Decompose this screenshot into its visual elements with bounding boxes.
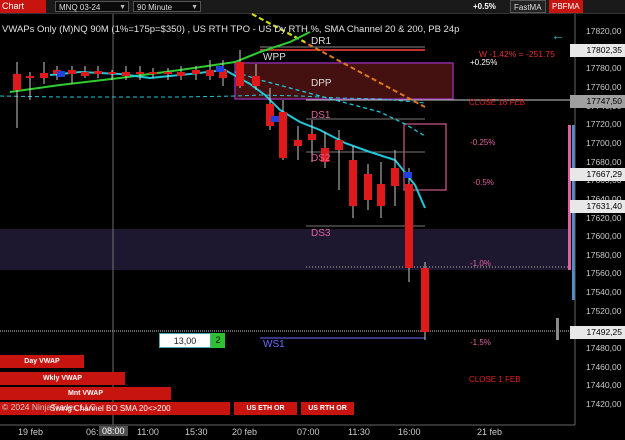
m025-label: -0.25% bbox=[470, 138, 496, 147]
time-label: 11:30 bbox=[348, 427, 370, 437]
candle-body bbox=[294, 140, 302, 146]
candle-body bbox=[391, 168, 399, 186]
candle-body bbox=[177, 72, 185, 76]
candle-signal bbox=[216, 66, 224, 72]
ds3-label: DS3 bbox=[311, 228, 331, 239]
wkly-vwap-button[interactable]: Wkly VWAP bbox=[0, 372, 125, 385]
dpp-label: DPP bbox=[311, 78, 332, 89]
candle-body bbox=[164, 72, 172, 74]
candle-body bbox=[252, 76, 260, 86]
price-axis-label: 17720,00 bbox=[586, 119, 622, 130]
volume-bar-grey bbox=[556, 318, 559, 340]
candle-body bbox=[364, 174, 372, 200]
price-tag-current: 17492,25 bbox=[570, 326, 625, 339]
candle-body bbox=[108, 72, 116, 74]
price-axis-label: 17820,00 bbox=[586, 26, 622, 36]
wpp-label: WPP bbox=[263, 52, 286, 63]
candle-body bbox=[13, 74, 21, 90]
time-label-cursor: 08:00 bbox=[99, 426, 128, 436]
price-axis-label: 17440,00 bbox=[586, 380, 622, 391]
us-eth-or-button[interactable]: US ETH OR bbox=[234, 402, 297, 415]
time-label: 19 feb bbox=[18, 427, 44, 437]
time-label: 11:00 bbox=[137, 427, 159, 437]
time-label: 15:30 bbox=[185, 427, 208, 437]
candle-body bbox=[349, 160, 357, 206]
price-axis-label: 17760,00 bbox=[586, 81, 622, 92]
time-label: 21 feb bbox=[477, 427, 503, 437]
candle-body bbox=[421, 268, 429, 332]
mnt-vwap-button[interactable]: Mnt VWAP bbox=[0, 387, 171, 400]
price-axis-label: 17780,00 bbox=[586, 63, 622, 74]
price-axis-label: 17680,00 bbox=[586, 156, 622, 167]
close1-label: CLOSE 1 FEB bbox=[469, 375, 521, 384]
candle-body bbox=[236, 62, 244, 86]
back-arrow-icon[interactable]: ← bbox=[551, 27, 565, 43]
price-axis-label: 17520,00 bbox=[586, 305, 622, 316]
candle-signal bbox=[404, 172, 412, 178]
dpp-zone bbox=[234, 62, 454, 100]
m05-label: -0.5% bbox=[473, 178, 494, 187]
chart-title: VWAPs Only (M)NQ 90M (1%=175p=$350) , US… bbox=[2, 24, 460, 35]
price-tag-close: 17747,50 bbox=[570, 95, 625, 108]
info-badge: 2 bbox=[211, 333, 225, 348]
price-axis-label: 17600,00 bbox=[586, 231, 622, 242]
price-axis-label: 17580,00 bbox=[586, 249, 622, 260]
price-axis-label: 17700,00 bbox=[586, 137, 622, 148]
us-rth-or-button[interactable]: US RTH OR bbox=[301, 402, 354, 415]
price-axis-label: 17620,00 bbox=[586, 212, 622, 223]
candle-body bbox=[81, 72, 89, 76]
swing-channel-label: Swing Channel BO SMA 20<>200 bbox=[50, 404, 171, 413]
candle-signal bbox=[57, 71, 65, 77]
candle-body bbox=[26, 76, 34, 78]
candle-body bbox=[192, 70, 200, 74]
m15-label: -1.5% bbox=[470, 338, 491, 347]
candle-body bbox=[68, 70, 76, 74]
time-label: 16:00 bbox=[398, 427, 421, 437]
price-axis-label: 17480,00 bbox=[586, 343, 622, 354]
candle-body bbox=[122, 72, 130, 76]
price-tag-last: 17802,35 bbox=[570, 44, 625, 57]
info-value-box[interactable]: 13,00 bbox=[159, 333, 211, 348]
candle-body bbox=[94, 71, 102, 74]
candle-body bbox=[136, 72, 144, 74]
day-vwap-button[interactable]: Day VWAP bbox=[0, 355, 84, 368]
price-axis-label: 17420,00 bbox=[586, 399, 622, 409]
candle-body bbox=[405, 184, 413, 268]
candle-body bbox=[206, 70, 214, 76]
volume-bar-pink bbox=[568, 125, 571, 270]
ds2-label: DS2 bbox=[311, 153, 331, 164]
price-tag-sma20: 17667,29 bbox=[570, 168, 625, 181]
candle-body bbox=[335, 140, 343, 150]
candle-body bbox=[149, 72, 157, 74]
ws1-label: WS1 bbox=[263, 339, 285, 350]
dr1-label: DR1 bbox=[311, 36, 332, 47]
candle-body bbox=[279, 112, 287, 158]
time-label: 20 feb bbox=[232, 427, 258, 437]
price-axis-label: 17540,00 bbox=[586, 287, 622, 298]
candle-body bbox=[308, 134, 316, 140]
candle-body bbox=[266, 104, 274, 126]
close16-label: CLOSE 16 FEB bbox=[469, 98, 526, 107]
price-tag-vwap: 17631,40 bbox=[570, 200, 625, 213]
p025-label: +0.25% bbox=[470, 58, 498, 67]
candle-body bbox=[377, 184, 385, 206]
time-label: 07:00 bbox=[297, 427, 320, 437]
candle-signal bbox=[271, 116, 279, 122]
ds1-label: DS1 bbox=[311, 110, 331, 121]
price-axis-label: 17460,00 bbox=[586, 361, 622, 372]
m10-label: -1.0% bbox=[470, 259, 491, 268]
candle-body bbox=[40, 73, 48, 78]
price-axis-label: 17560,00 bbox=[586, 268, 622, 279]
